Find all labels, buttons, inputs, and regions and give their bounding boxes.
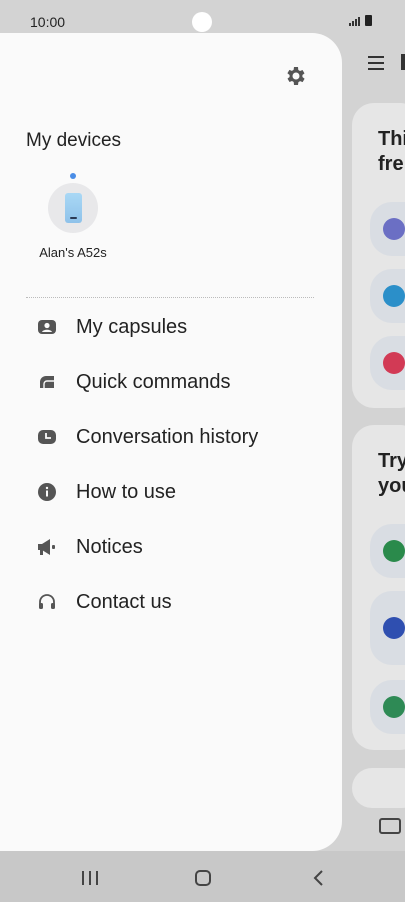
app-icon [383, 218, 405, 240]
megaphone-icon [37, 537, 57, 557]
calendar-icon [383, 540, 405, 562]
cloud-icon [383, 617, 405, 639]
history-icon [37, 427, 57, 447]
menu-item-label: Notices [76, 535, 143, 558]
device-status-dot [70, 173, 76, 179]
menu-item-contact-us[interactable]: Contact us [0, 578, 342, 626]
background-card [352, 768, 405, 808]
status-bar: 10:00 [0, 0, 405, 34]
menu-item-label: My capsules [76, 315, 188, 338]
quick-commands-icon [37, 372, 57, 392]
background-title-fragment [401, 54, 405, 70]
menu-item-conversation-history[interactable]: Conversation history [0, 413, 342, 461]
background-card-title: Tryyou [378, 450, 405, 497]
capsules-icon [37, 317, 57, 337]
menu-item-quick-commands[interactable]: Quick commands [0, 358, 342, 406]
menu-item-how-to-use[interactable]: How to use [0, 468, 342, 516]
app-icon [383, 352, 405, 374]
menu-item-notices[interactable]: Notices [0, 523, 342, 571]
navigation-drawer: My devices Alan's A52s My capsules Quick… [0, 33, 342, 851]
background-card-title: Thi fre [378, 128, 405, 175]
device-name: Alan's A52s [39, 245, 107, 260]
phone-icon [65, 193, 82, 223]
info-icon [37, 482, 57, 502]
menu-item-my-capsules[interactable]: My capsules [0, 303, 342, 351]
app-icon [383, 285, 405, 307]
phone-call-icon [383, 696, 405, 718]
headset-icon [37, 592, 57, 612]
home-button[interactable] [195, 870, 211, 886]
recent-apps-button[interactable] [82, 871, 98, 885]
menu-item-label: Quick commands [76, 370, 231, 393]
system-navigation-bar [0, 851, 405, 902]
my-devices-title: My devices [26, 130, 122, 151]
settings-button[interactable] [282, 63, 308, 89]
divider [26, 297, 314, 298]
menu-item-label: How to use [76, 480, 177, 503]
keyboard-icon[interactable] [379, 818, 401, 834]
back-button[interactable] [311, 869, 325, 887]
front-camera [192, 12, 212, 32]
menu-item-label: Contact us [76, 590, 172, 613]
battery-icon [365, 15, 372, 26]
menu-icon[interactable] [368, 56, 384, 70]
menu-item-label: Conversation history [76, 425, 259, 448]
status-time: 10:00 [30, 14, 66, 30]
status-icons [349, 15, 372, 26]
device-avatar [48, 183, 98, 233]
gear-icon [287, 67, 305, 85]
screen: 10:00 Thifre Tryyou [0, 0, 405, 902]
signal-icon [349, 17, 360, 26]
